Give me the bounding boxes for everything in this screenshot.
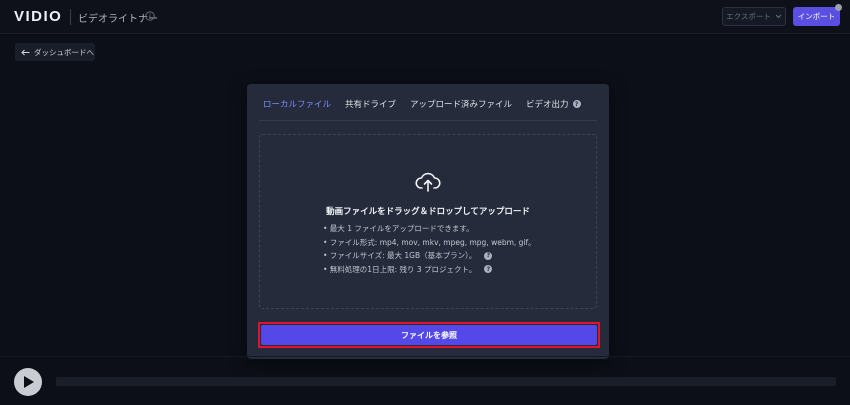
- cloud-upload-icon: [415, 172, 441, 192]
- notification-dot: [835, 4, 842, 11]
- rule-text: • ファイル形式: mp4, mov, mkv, mpeg, mpg, webm…: [323, 237, 536, 247]
- help-icon[interactable]: ?: [572, 100, 581, 108]
- upload-modal: ローカルファイル 共有ドライブ アップロード済みファイル ビデオ出力 ? 動画フ…: [247, 84, 609, 359]
- player-divider: [0, 356, 850, 357]
- tab-label: 共有ドライブ: [345, 100, 397, 110]
- tab-shared-drive[interactable]: 共有ドライブ: [345, 98, 396, 110]
- browse-highlight: ファイルを参照: [258, 322, 600, 348]
- top-bar: VIDIO ビデオライトナー エクスポート インポート: [0, 0, 850, 34]
- rule-text: • 無料処理の1日上限: 残り 3 プロジェクト。: [323, 264, 477, 274]
- play-button[interactable]: [14, 368, 42, 396]
- tab-local-file[interactable]: ローカルファイル: [263, 98, 331, 110]
- info-icon[interactable]: [145, 11, 155, 21]
- browse-label: ファイルを参照: [401, 330, 457, 340]
- help-icon[interactable]: ?: [484, 251, 493, 260]
- export-button[interactable]: エクスポート: [722, 7, 786, 26]
- tab-uploaded-files[interactable]: アップロード済みファイル: [410, 98, 512, 110]
- tab-divider: [259, 120, 597, 121]
- tab-video-output[interactable]: ビデオ出力 ?: [526, 98, 581, 110]
- import-label: インポート: [797, 12, 836, 21]
- tab-label: ローカルファイル: [263, 100, 332, 110]
- rule-text: • 最大 1 ファイルをアップロードできます。: [323, 224, 474, 233]
- tab-label: アップロード済みファイル: [410, 100, 513, 110]
- list-item: • ファイルサイズ: 最大 1GB（基本プラン）。 ?: [323, 249, 536, 263]
- timeline-track[interactable]: [56, 377, 836, 386]
- help-icon[interactable]: ?: [484, 265, 493, 274]
- back-to-dashboard-button[interactable]: ダッシュボードへ: [15, 43, 95, 61]
- arrow-left-icon: [21, 49, 30, 55]
- tab-label: ビデオ出力: [526, 100, 569, 110]
- list-item: • 無料処理の1日上限: 残り 3 プロジェクト。 ?: [323, 263, 536, 277]
- export-label: エクスポート: [726, 12, 771, 21]
- app-logo[interactable]: VIDIO: [14, 8, 62, 25]
- chevron-down-icon: [775, 14, 782, 19]
- upload-source-tabs: ローカルファイル 共有ドライブ アップロード済みファイル ビデオ出力 ?: [263, 98, 581, 110]
- list-item: • 最大 1 ファイルをアップロードできます。: [323, 222, 536, 236]
- play-icon: [24, 376, 34, 388]
- back-label: ダッシュボードへ: [34, 47, 94, 57]
- header-divider: [70, 9, 71, 25]
- browse-files-button[interactable]: ファイルを参照: [261, 325, 597, 345]
- file-drop-zone[interactable]: 動画ファイルをドラッグ＆ドロップしてアップロード • 最大 1 ファイルをアップ…: [259, 134, 597, 309]
- list-item: • ファイル形式: mp4, mov, mkv, mpeg, mpg, webm…: [323, 236, 536, 250]
- drop-zone-title: 動画ファイルをドラッグ＆ドロップしてアップロード: [326, 207, 530, 217]
- upload-rules-list: • 最大 1 ファイルをアップロードできます。 • ファイル形式: mp4, m…: [323, 222, 536, 276]
- rule-text: • ファイルサイズ: 最大 1GB（基本プラン）。: [323, 251, 477, 260]
- import-button[interactable]: インポート: [793, 7, 840, 26]
